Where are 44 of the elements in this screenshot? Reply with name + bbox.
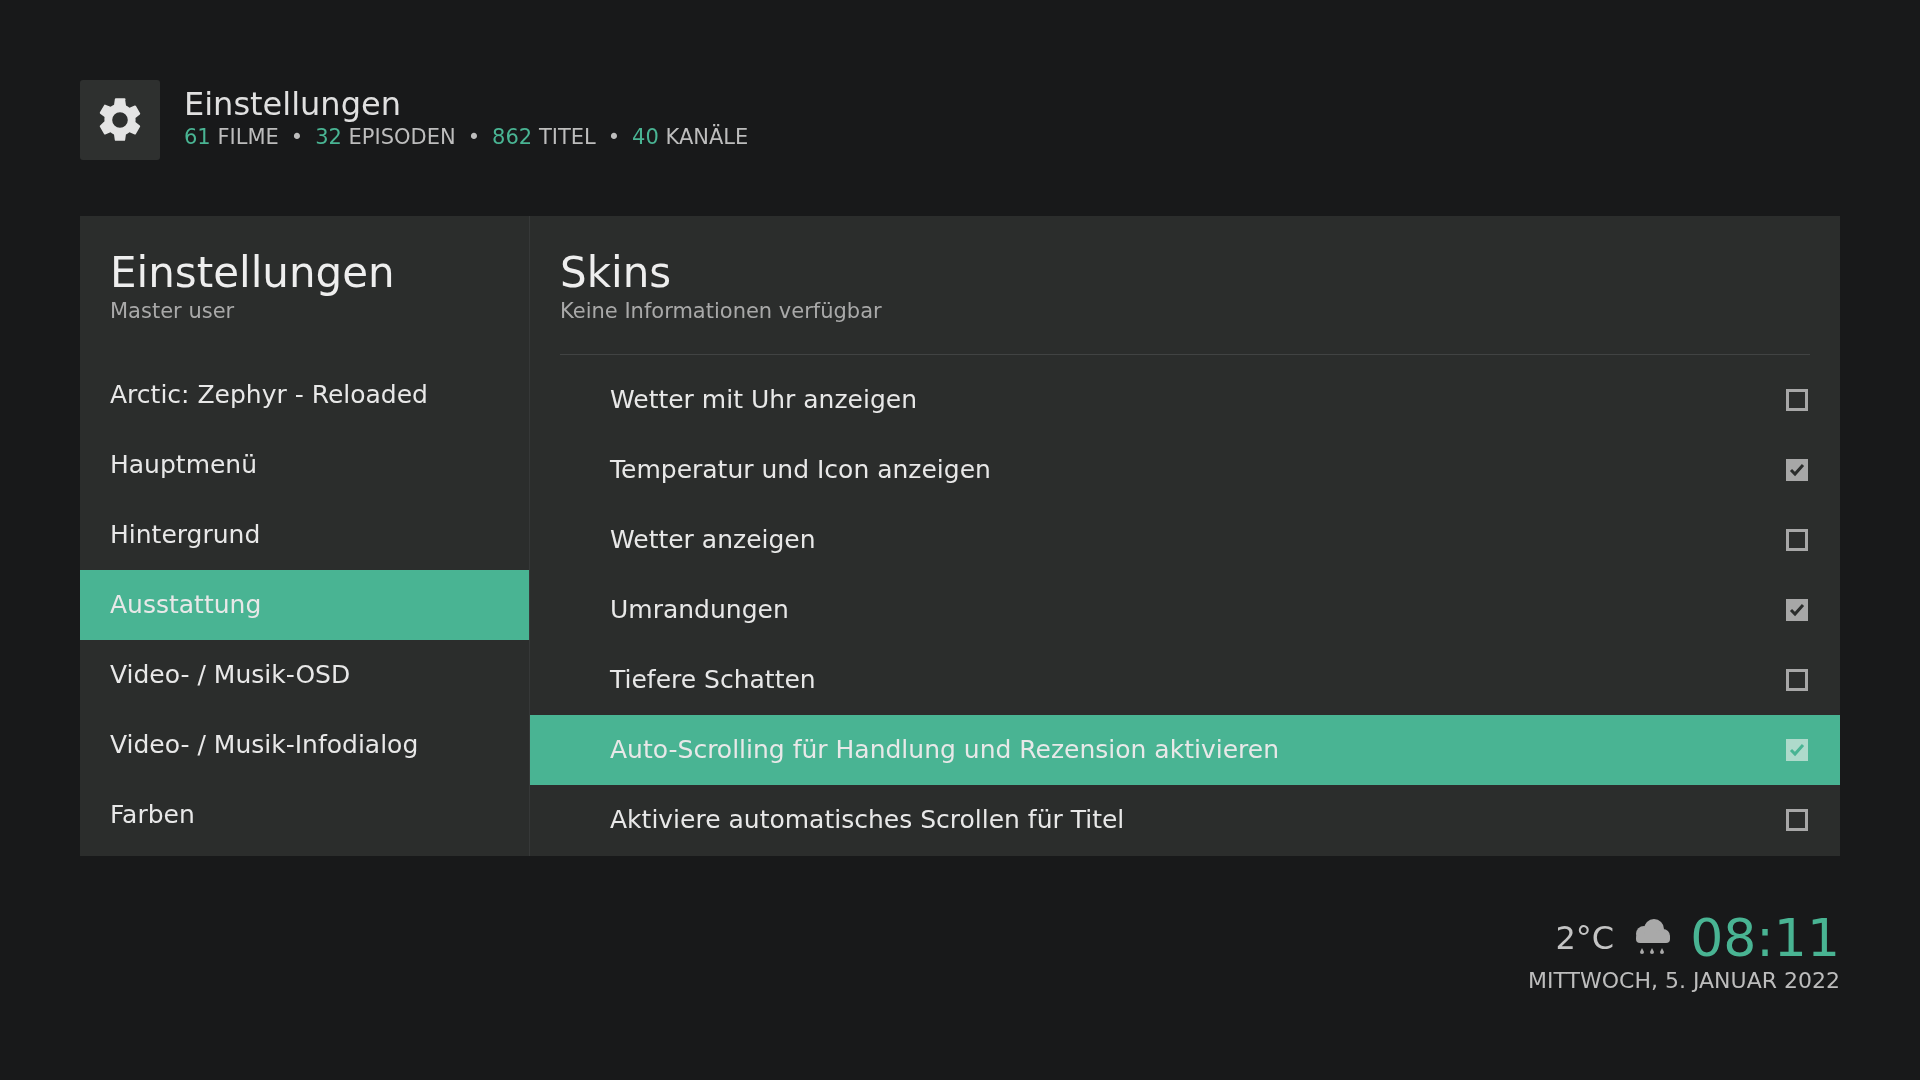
checkmark-icon (1789, 462, 1805, 477)
setting-label: Wetter mit Uhr anzeigen (610, 383, 917, 416)
setting-row[interactable]: Umrandungen (530, 574, 1840, 645)
section-subtitle: Keine Informationen verfügbar (560, 298, 883, 326)
separator-dot: • (289, 123, 305, 151)
setting-label: Aktiviere automatisches Scrollen für Titel (610, 803, 1125, 836)
checkbox[interactable] (1786, 598, 1808, 621)
sidebar-subtitle: Master user (110, 298, 236, 326)
sidebar-item[interactable]: Farben (80, 779, 529, 850)
clock-date: MITTWOCH, 5. JANUAR 2022 (1528, 967, 1840, 995)
setting-row[interactable]: Aktiviere automatisches Scrollen für Titel (530, 784, 1840, 855)
stat-text: 40 KANÄLE (632, 123, 749, 151)
setting-label: Auto-Scrolling für Handlung und Rezension aktivieren (610, 733, 1279, 766)
checkmark-icon (1789, 742, 1805, 757)
sidebar-item[interactable]: Video- / Musik-OSD (80, 639, 529, 710)
stat-text: 32 EPISODEN (315, 123, 456, 151)
sidebar-title: Einstellungen (110, 250, 396, 297)
setting-label: Umrandungen (610, 593, 789, 626)
sidebar-item[interactable]: Video- / Musik-Infodialog (80, 709, 529, 780)
sidebar-item[interactable]: Hauptmenü (80, 429, 529, 500)
stat-text: 862 TITEL (492, 123, 596, 151)
checkmark-icon (1789, 602, 1805, 617)
checkbox[interactable] (1786, 458, 1808, 481)
stat-text: 61 FILME (184, 123, 279, 151)
setting-label: Wetter anzeigen (610, 523, 816, 556)
setting-label: Tiefere Schatten (610, 663, 816, 696)
sidebar-item[interactable]: Hintergrund (80, 499, 529, 570)
temperature: 2°C (1555, 918, 1615, 959)
checkbox[interactable] (1786, 738, 1808, 761)
checkbox[interactable] (1786, 388, 1808, 411)
setting-row[interactable]: Temperatur und Icon anzeigen (530, 434, 1840, 505)
checkbox[interactable] (1786, 528, 1808, 551)
checkbox[interactable] (1786, 668, 1808, 691)
clock-time: 08:11 (1690, 912, 1840, 964)
setting-row[interactable]: Tiefere Schatten (530, 644, 1840, 715)
section-title: Skins (560, 250, 673, 297)
page-title: Einstellungen (184, 86, 402, 122)
setting-label: Temperatur und Icon anzeigen (610, 453, 991, 486)
setting-row[interactable]: Wetter mit Uhr anzeigen (530, 364, 1840, 435)
setting-row[interactable]: Wetter anzeigen (530, 504, 1840, 575)
sidebar-item[interactable]: Arctic: Zephyr - Reloaded (80, 359, 529, 430)
checkbox[interactable] (1786, 808, 1808, 831)
separator-dot: • (466, 123, 482, 151)
separator-dot: • (606, 123, 622, 151)
